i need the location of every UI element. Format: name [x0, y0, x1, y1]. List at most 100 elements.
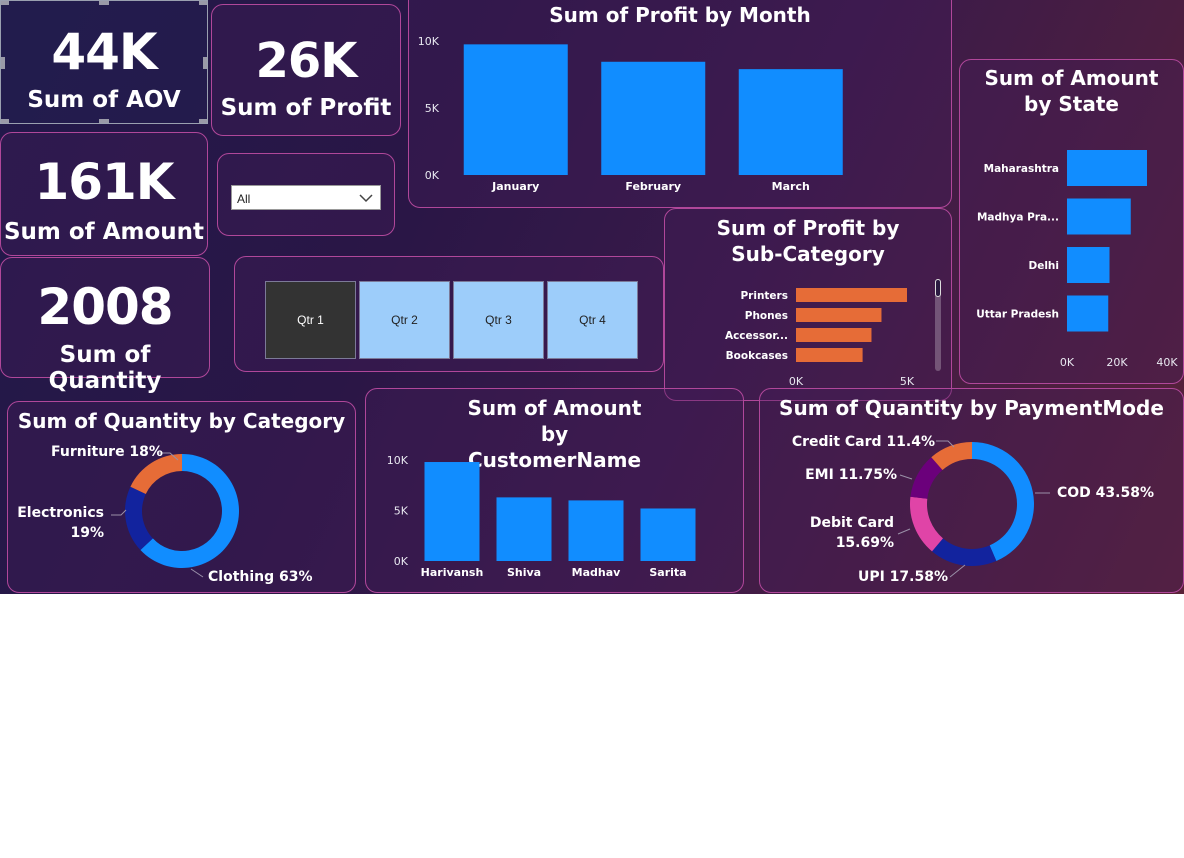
y-category-label: Delhi — [1028, 260, 1059, 272]
y-category-label: Phones — [745, 310, 788, 322]
y-tick-label: 0K — [394, 555, 409, 568]
leader-line — [897, 528, 911, 535]
slice-label: EMI 11.75% — [805, 467, 897, 483]
kpi-profit-value: 26K — [255, 33, 358, 89]
profit-by-subcategory-card[interactable]: Sum of Profit by Sub-Category Printers Ph… — [664, 208, 952, 401]
leader-line — [899, 474, 913, 480]
y-category-label: Uttar Pradesh — [976, 309, 1059, 321]
donut-slice — [910, 496, 943, 552]
kpi-card-aov[interactable]: 44K Sum of AOV — [0, 0, 208, 124]
quantity-by-paymentmode-card[interactable]: Sum of Quantity by PaymentMode COD 43.58… — [759, 388, 1184, 593]
x-tick-label: 20K — [1106, 356, 1128, 369]
donut-slice — [972, 442, 1034, 562]
amount-by-state-card[interactable]: Sum of Amount by State Maharashtra Madhya… — [959, 59, 1184, 384]
resize-handle[interactable] — [99, 119, 109, 123]
kpi-profit-label: Sum of Profit — [220, 95, 392, 121]
dropdown-slicer-card: All — [217, 153, 395, 236]
y-tick-label: 10K — [387, 454, 409, 467]
kpi-amount-value: 161K — [34, 153, 174, 211]
y-tick-label: 10K — [418, 35, 440, 48]
quantity-by-paymentmode-chart: COD 43.58% UPI 17.58% Debit Card 15.69% EMI … — [792, 434, 1154, 585]
donut-slice — [932, 538, 997, 566]
resize-handle[interactable] — [1, 1, 9, 5]
x-category-label: Madhav — [572, 566, 621, 579]
resize-handle[interactable] — [99, 1, 109, 5]
resize-handle[interactable] — [199, 119, 207, 123]
scrollbar-thumb[interactable] — [935, 279, 941, 297]
bar — [1067, 198, 1131, 235]
y-tick-label: 5K — [425, 102, 440, 115]
kpi-amount-label: Sum of Amount — [3, 219, 205, 245]
x-category-label: Harivansh — [421, 566, 484, 579]
kpi-card-quantity[interactable]: 2008 Sum of Quantity — [0, 257, 210, 394]
resize-handle[interactable] — [203, 57, 207, 69]
slice-label: UPI 17.58% — [858, 569, 948, 585]
kpi-aov-label: Sum of AOV — [27, 87, 181, 113]
donut-slice — [125, 486, 153, 551]
amount-by-state-chart: Maharashtra Madhya Pra... Delhi Uttar Prade… — [976, 150, 1178, 369]
x-category-label: Shiva — [507, 566, 541, 579]
quarter-slicer-card: Qtr 1 Qtr 2 Qtr 3 Qtr 4 — [234, 256, 664, 372]
slicer-dropdown[interactable]: All — [231, 185, 381, 210]
slice-label: 15.69% — [836, 535, 894, 551]
x-category-label: January — [491, 180, 539, 193]
quantity-by-category-card[interactable]: Sum of Quantity by Category Furniture 18… — [7, 401, 356, 593]
bar — [496, 497, 552, 561]
dashboard-canvas: 44K Sum of AOV 26K Sum of Profit 161K Su… — [0, 0, 1184, 594]
bar — [463, 44, 568, 175]
y-category-label: Maharashtra — [984, 163, 1059, 175]
slice-label: Electronics — [17, 505, 104, 521]
x-tick-label: 40K — [1156, 356, 1178, 369]
amount-by-customer-card[interactable]: Sum of Amount by CustomerName 10K 5K 0K Har… — [365, 388, 744, 593]
slice-label: Debit Card — [810, 515, 894, 531]
x-tick-label: 0K — [1060, 356, 1075, 369]
x-category-label: March — [772, 180, 810, 193]
chevron-down-icon — [359, 194, 373, 203]
slice-label: Furniture 18% — [51, 444, 163, 460]
bar — [601, 61, 706, 175]
bar — [796, 288, 907, 302]
x-category-label: Sarita — [649, 566, 686, 579]
kpi-card-amount[interactable]: 161K Sum of Amount — [0, 132, 208, 256]
slicer-tile-qtr-1[interactable]: Qtr 1 — [265, 281, 356, 359]
profit-by-month-card[interactable]: Sum of Profit by Month 10K 5K 0K January Feb… — [408, 0, 952, 208]
kpi-quantity-label: Sum of Quantity — [48, 342, 162, 394]
slicer-tile-qtr-4[interactable]: Qtr 4 — [547, 281, 638, 359]
quantity-by-category-chart: Furniture 18% Electronics 19% Clothing 63% — [17, 444, 313, 585]
bar — [424, 462, 480, 561]
resize-handle[interactable] — [1, 57, 5, 69]
bar — [796, 308, 882, 322]
y-category-label: Bookcases — [726, 350, 788, 362]
profit-by-month-chart: 10K 5K 0K January February March — [418, 35, 843, 193]
slice-label: Clothing 63% — [208, 569, 313, 585]
x-category-label: February — [625, 180, 681, 193]
y-tick-label: 5K — [394, 505, 409, 518]
leader-line — [190, 568, 204, 578]
resize-handle[interactable] — [1, 119, 9, 123]
y-category-label: Accessor... — [725, 330, 788, 342]
bar — [1067, 150, 1147, 186]
slicer-tile-qtr-2[interactable]: Qtr 2 — [359, 281, 450, 359]
scrollbar[interactable] — [935, 279, 941, 371]
slice-label: Credit Card 11.4% — [792, 434, 935, 450]
leader-line — [949, 564, 966, 578]
slice-label: 19% — [70, 525, 104, 541]
y-category-label: Madhya Pra... — [977, 212, 1059, 224]
kpi-card-profit[interactable]: 26K Sum of Profit — [211, 4, 401, 136]
slicer-dropdown-value: All — [237, 192, 251, 206]
y-category-label: Printers — [740, 290, 788, 302]
resize-handle[interactable] — [199, 1, 207, 5]
bar — [796, 348, 863, 362]
y-tick-label: 0K — [425, 169, 440, 182]
kpi-aov-value: 44K — [51, 23, 157, 81]
x-tick-label: 5K — [900, 375, 915, 388]
kpi-quantity-value: 2008 — [37, 278, 173, 336]
leader-line — [111, 509, 127, 516]
slicer-tile-qtr-3[interactable]: Qtr 3 — [453, 281, 544, 359]
bar — [796, 328, 872, 342]
bar — [568, 500, 624, 561]
profit-by-subcategory-chart: Printers Phones Accessor... Bookcases 0K 5K — [725, 288, 915, 388]
bar — [1067, 247, 1110, 283]
bar — [1067, 295, 1109, 332]
bar — [738, 69, 843, 175]
